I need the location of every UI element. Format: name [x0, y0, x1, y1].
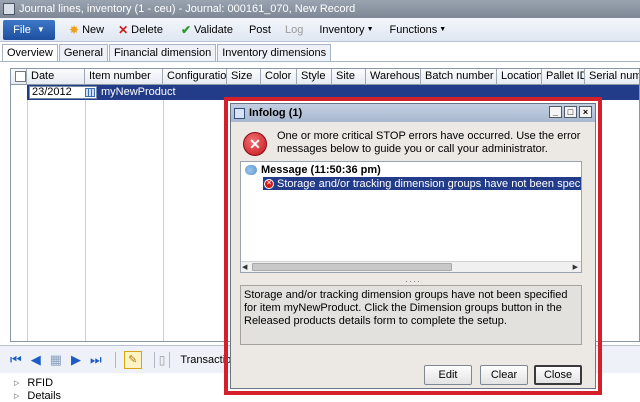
minimize-icon[interactable]: _: [549, 106, 562, 118]
delete-label: Delete: [131, 23, 163, 36]
column-header[interactable]: Serial number: [585, 69, 639, 85]
column-header[interactable]: Date: [27, 69, 85, 85]
select-all-checkbox[interactable]: [15, 71, 26, 82]
checkmark-icon: ✔: [180, 22, 191, 37]
date-value: 23/2012: [32, 86, 72, 98]
app-icon: [3, 3, 15, 15]
separator: [114, 351, 116, 368]
tab-general[interactable]: General: [58, 44, 108, 61]
delete-x-icon: ✕: [118, 22, 129, 37]
date-field[interactable]: 23/2012: [29, 86, 97, 99]
expand-arrow-icon: ▷: [14, 392, 20, 400]
log-button[interactable]: Log: [285, 24, 303, 36]
grid-divider: [85, 85, 86, 341]
chevron-down-icon: ▼: [439, 26, 447, 33]
expand-arrow-icon: ▷: [14, 379, 20, 387]
fasttab-details[interactable]: ▷ Details: [14, 389, 61, 402]
new-label: New: [82, 23, 105, 36]
new-star-icon: ✸: [69, 22, 80, 37]
message-tree[interactable]: Message (11:50:36 pm) ✕ Storage and/or t…: [240, 161, 582, 273]
column-header[interactable]: Configuration: [163, 69, 227, 85]
window-title: Journal lines, inventory (1 - ceu) - Jou…: [19, 3, 356, 15]
delete-button[interactable]: ✕ Delete: [118, 23, 163, 37]
tab-financial-dimension[interactable]: Financial dimension: [108, 44, 217, 61]
window-controls: _ □ ×: [547, 106, 592, 118]
column-header[interactable]: Color: [261, 69, 297, 85]
scroll-left-icon[interactable]: ◀: [242, 263, 247, 271]
edit-pencil-icon[interactable]: ✎: [123, 350, 142, 369]
edit-button[interactable]: Edit: [424, 365, 472, 385]
last-record-icon[interactable]: ⏭: [90, 352, 102, 368]
message-detail-text: Storage and/or tracking dimension groups…: [240, 285, 582, 345]
column-header[interactable]: Batch number: [421, 69, 497, 85]
stop-error-icon: ✕: [243, 132, 267, 156]
chevron-down-icon: ▼: [366, 26, 374, 33]
validate-button[interactable]: ✔ Validate: [181, 23, 233, 37]
window-title-bar: Journal lines, inventory (1 - ceu) - Jou…: [0, 0, 640, 18]
tab-strip: Overview General Financial dimension Inv…: [2, 44, 332, 62]
column-header[interactable]: Location: [497, 69, 542, 85]
item-number-cell[interactable]: myNewProduct: [101, 85, 176, 100]
message-icon: [245, 165, 257, 175]
horizontal-scrollbar[interactable]: ◀ ▶: [241, 261, 581, 272]
column-header[interactable]: Pallet ID: [542, 69, 585, 85]
chevron-down-icon: ▼: [36, 25, 45, 34]
column-header[interactable]: Warehouse: [366, 69, 421, 85]
column-header[interactable]: Size: [227, 69, 261, 85]
message-text: Storage and/or tracking dimension groups…: [277, 177, 581, 190]
action-pane: File ▼ ✸ New ✕ Delete ✔ Validate Post Lo…: [0, 18, 640, 42]
fasttab-label: Details: [27, 389, 62, 402]
grid-divider: [163, 85, 164, 341]
close-icon[interactable]: ×: [579, 106, 592, 118]
first-record-icon[interactable]: ⏮: [10, 352, 22, 368]
message-header: Message (11:50:36 pm): [261, 164, 381, 176]
infolog-title: Infolog (1): [249, 107, 303, 119]
calendar-icon[interactable]: [85, 88, 95, 97]
file-menu-button[interactable]: File ▼: [3, 19, 55, 40]
validate-label: Validate: [194, 23, 233, 36]
message-group[interactable]: Message (11:50:36 pm): [245, 164, 381, 176]
document-icon[interactable]: ▯: [159, 353, 166, 367]
separator: [153, 351, 155, 368]
column-header[interactable]: Site: [332, 69, 366, 85]
scroll-right-icon[interactable]: ▶: [573, 263, 578, 271]
functions-label: Functions: [389, 23, 438, 36]
file-label: File: [13, 23, 31, 36]
column-header[interactable]: Item number: [85, 69, 163, 85]
column-header[interactable]: Style: [297, 69, 332, 85]
inventory-label: Inventory: [319, 23, 365, 36]
window-icon: [234, 107, 245, 119]
close-button[interactable]: Close: [534, 365, 582, 385]
grid-divider: [27, 85, 28, 341]
infolog-title-bar: Infolog (1) _ □ ×: [231, 104, 595, 122]
error-icon: ✕: [264, 178, 274, 189]
previous-record-icon[interactable]: ◀: [31, 352, 41, 368]
fasttab-rfid[interactable]: ▷ RFID: [14, 376, 61, 389]
functions-menu-button[interactable]: Functions ▼: [390, 24, 447, 36]
tab-divider: [0, 61, 640, 62]
next-record-icon[interactable]: ▶: [71, 352, 81, 368]
maximize-icon[interactable]: □: [564, 106, 577, 118]
tab-inventory-dimensions[interactable]: Inventory dimensions: [217, 44, 332, 61]
message-row[interactable]: ✕ Storage and/or tracking dimension grou…: [263, 177, 581, 190]
new-button[interactable]: ✸ New: [69, 23, 104, 37]
tab-overview[interactable]: Overview: [2, 44, 58, 62]
scroll-thumb[interactable]: [252, 263, 452, 271]
fasttab-label: RFID: [27, 376, 54, 389]
post-button[interactable]: Post: [249, 24, 271, 36]
separator: [169, 351, 171, 368]
grid-view-icon[interactable]: ▦: [50, 352, 62, 368]
select-all-cell: [11, 69, 27, 85]
clear-button[interactable]: Clear: [480, 365, 528, 385]
post-label: Post: [248, 23, 271, 36]
inventory-menu-button[interactable]: Inventory ▼: [319, 24, 373, 36]
fasttab-list: ▷ RFID ▷ Details: [14, 376, 61, 402]
infolog-dialog: Infolog (1) _ □ × ✕ One or more critical…: [230, 103, 596, 389]
infolog-intro-text: One or more critical STOP errors have oc…: [277, 130, 581, 155]
log-label: Log: [284, 23, 304, 36]
grid-header: Date Item number Configuration Size Colo…: [11, 69, 639, 85]
